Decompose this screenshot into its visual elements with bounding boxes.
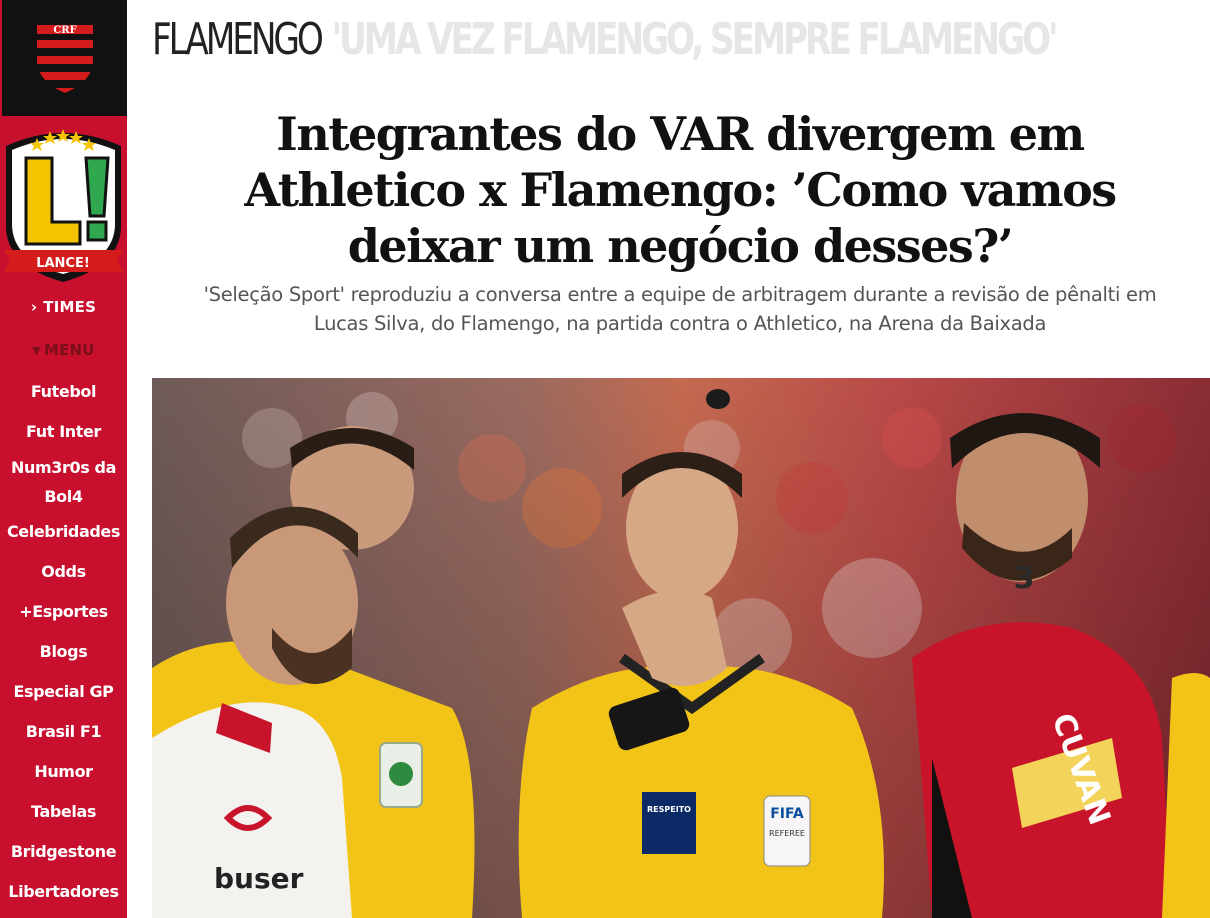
sidebar-item-celebridades[interactable]: Celebridades bbox=[0, 522, 127, 542]
sidebar-item-tabelas[interactable]: Tabelas bbox=[0, 802, 127, 822]
lance-logo[interactable]: LANCE! bbox=[0, 116, 127, 284]
sidebar-item-especial-gp[interactable]: Especial GP bbox=[0, 682, 127, 702]
section-header: FLAMENGO 'UMA VEZ FLAMENGO, SEMPRE FLAMEN… bbox=[152, 14, 1059, 66]
flamengo-crest-icon: CRF bbox=[34, 23, 95, 96]
sidebar-item-bridgestone[interactable]: Bridgestone bbox=[0, 842, 127, 862]
article-subtitle: 'Seleção Sport' reproduziu a conversa en… bbox=[203, 283, 1157, 335]
svg-text:buser: buser bbox=[214, 862, 304, 895]
sidebar-item-odds[interactable]: Odds bbox=[0, 562, 127, 582]
sidebar-item-esportes[interactable]: +Esportes bbox=[0, 602, 127, 622]
svg-text:3: 3 bbox=[1014, 561, 1035, 596]
team-logo[interactable]: CRF bbox=[2, 0, 127, 116]
article-hero-photo[interactable]: buser FIFA REFEREE RESPEITO 3 CUVAN bbox=[152, 378, 1210, 918]
svg-text:FIFA: FIFA bbox=[770, 806, 804, 822]
section-motto: 'UMA VEZ FLAMENGO, SEMPRE FLAMENGO' bbox=[331, 14, 1059, 65]
sidebar-item-humor[interactable]: Humor bbox=[0, 762, 127, 782]
svg-text:LANCE!: LANCE! bbox=[36, 256, 90, 271]
chevron-right-icon: › bbox=[30, 298, 38, 316]
section-name[interactable]: FLAMENGO bbox=[152, 14, 324, 65]
sidebar-item-libertadores[interactable]: Libertadores bbox=[0, 882, 127, 902]
sidebar-item-numeros-line1[interactable]: Num3r0s da bbox=[0, 458, 127, 478]
svg-text:CRF: CRF bbox=[53, 25, 76, 36]
times-toggle[interactable]: › TIMES bbox=[0, 297, 127, 317]
sidebar-item-numeros-line2[interactable]: Bol4 bbox=[0, 487, 127, 507]
svg-text:REFEREE: REFEREE bbox=[769, 829, 805, 838]
sidebar-item-blogs[interactable]: Blogs bbox=[0, 642, 127, 662]
sidebar-item-futebol[interactable]: Futebol bbox=[0, 382, 127, 402]
sidebar-item-fut-inter[interactable]: Fut Inter bbox=[0, 422, 127, 442]
sidebar-item-brasil-f1[interactable]: Brasil F1 bbox=[0, 722, 127, 742]
svg-text:RESPEITO: RESPEITO bbox=[647, 805, 691, 814]
chevron-down-icon: ▼ bbox=[32, 344, 41, 357]
article-headline: Integrantes do VAR divergem em Athletico… bbox=[244, 107, 1117, 273]
sidebar: CRF LANCE! › TIMES ▼ MENU Futebol Fut In… bbox=[0, 0, 127, 918]
menu-toggle[interactable]: ▼ MENU bbox=[0, 340, 127, 361]
